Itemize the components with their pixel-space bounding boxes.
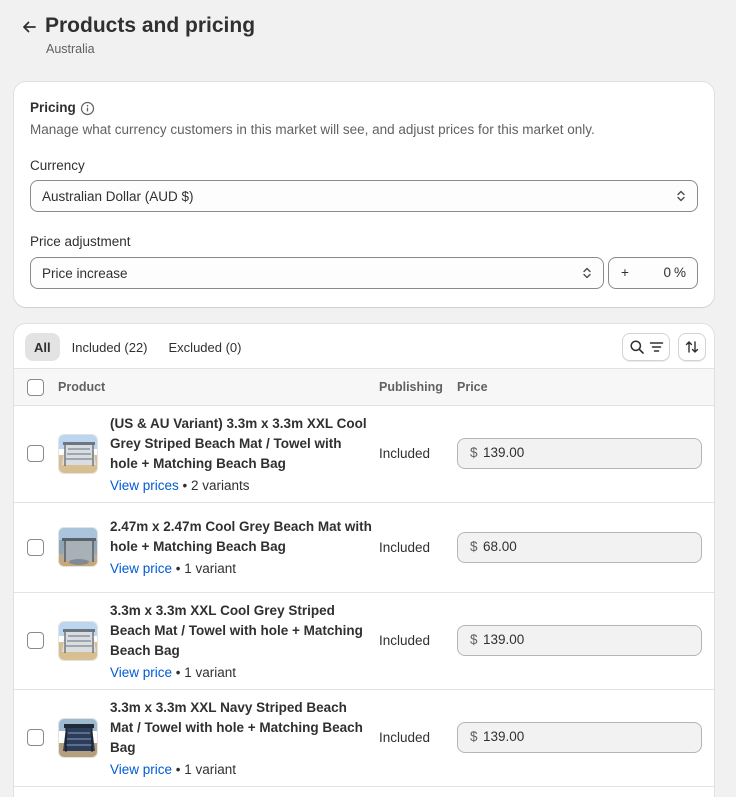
- product-title: 2.47m x 2.47m Cool Grey Beach Mat with h…: [110, 519, 372, 554]
- table-row[interactable]: (US & AU Variant) 3.3m x 3.3m XXL Cool G…: [14, 406, 714, 503]
- pricing-description: Manage what currency customers in this m…: [30, 122, 595, 137]
- column-publishing: Publishing: [379, 380, 443, 394]
- back-button[interactable]: [18, 16, 40, 38]
- currency-symbol: $: [470, 445, 478, 460]
- price-value: 139.00: [483, 632, 525, 647]
- search-icon: [629, 340, 644, 354]
- pricing-card: Pricing Manage what currency customers i…: [14, 82, 714, 307]
- product-title: 3.3m x 3.3m XXL Navy Striped Beach Mat /…: [110, 700, 363, 755]
- filter-icon: [649, 342, 663, 352]
- pricing-heading: Pricing: [30, 100, 76, 115]
- row-checkbox[interactable]: [27, 729, 44, 746]
- row-checkbox[interactable]: [27, 632, 44, 649]
- page-subtitle: Australia: [46, 42, 95, 56]
- page-header: Products and pricing Australia: [18, 12, 718, 62]
- sort-icon: [685, 341, 699, 353]
- view-prices-link[interactable]: View prices: [110, 478, 179, 493]
- currency-symbol: $: [470, 729, 478, 744]
- product-thumbnail: [58, 621, 98, 661]
- view-price-link[interactable]: View price: [110, 762, 172, 777]
- arrow-left-icon: [23, 21, 36, 33]
- product-thumbnail: [58, 434, 98, 474]
- adjustment-percent-value: 0: [663, 265, 671, 280]
- currency-select-value: Australian Dollar (AUD $): [42, 188, 194, 204]
- product-meta: View price • 1 variant: [110, 561, 236, 576]
- currency-symbol: $: [470, 632, 478, 647]
- row-checkbox[interactable]: [27, 445, 44, 462]
- tab-all[interactable]: All: [25, 333, 60, 361]
- product-tabs: All Included (22) Excluded (0): [25, 333, 254, 361]
- product-thumbnail: [58, 718, 98, 758]
- row-checkbox[interactable]: [27, 539, 44, 556]
- currency-select[interactable]: Australian Dollar (AUD $): [30, 180, 698, 212]
- price-adjustment-value: Price increase: [42, 265, 128, 281]
- product-title: (US & AU Variant) 3.3m x 3.3m XXL Cool G…: [110, 416, 367, 471]
- publishing-status: Included: [379, 446, 431, 461]
- variant-count: • 2 variants: [182, 478, 250, 493]
- publishing-status: Included: [379, 730, 431, 745]
- variant-count: • 1 variant: [175, 665, 237, 680]
- search-filter-button[interactable]: [622, 333, 670, 361]
- chevron-up-down-icon: [583, 267, 591, 279]
- product-meta: View prices • 2 variants: [110, 478, 250, 493]
- price-adjustment-label: Price adjustment: [30, 234, 131, 249]
- price-value: 139.00: [483, 445, 525, 460]
- price-value: 139.00: [483, 729, 525, 744]
- price-field[interactable]: $ 139.00: [457, 438, 702, 469]
- table-row[interactable]: 3.3m x 3.3m XXL Navy Striped Beach Mat /…: [14, 690, 714, 787]
- page-title: Products and pricing: [45, 14, 256, 37]
- tab-excluded[interactable]: Excluded (0): [160, 333, 251, 361]
- product-title: 3.3m x 3.3m XXL Cool Grey Striped Beach …: [110, 603, 363, 658]
- product-meta: View price • 1 variant: [110, 762, 236, 777]
- price-field[interactable]: $ 139.00: [457, 722, 702, 753]
- price-adjustment-select[interactable]: Price increase: [30, 257, 604, 289]
- adjustment-percent-input[interactable]: + 0 %: [608, 257, 698, 289]
- adjustment-sign: +: [621, 265, 629, 280]
- price-field[interactable]: $ 68.00: [457, 532, 702, 563]
- column-product: Product: [58, 380, 106, 394]
- variant-count: • 1 variant: [175, 762, 237, 777]
- info-icon[interactable]: [79, 100, 95, 116]
- sort-button[interactable]: [678, 333, 706, 361]
- table-row[interactable]: 3.3m x 3.3m XXL Cool Grey Striped Beach …: [14, 593, 714, 690]
- product-thumbnail: [58, 527, 98, 567]
- column-price: Price: [457, 380, 488, 394]
- chevron-up-down-icon: [677, 190, 685, 202]
- tab-included[interactable]: Included (22): [63, 333, 157, 361]
- table-header: Product Publishing Price: [14, 368, 714, 406]
- publishing-status: Included: [379, 540, 431, 555]
- product-meta: View price • 1 variant: [110, 665, 236, 680]
- currency-symbol: $: [470, 539, 478, 554]
- variant-count: • 1 variant: [175, 561, 237, 576]
- percent-symbol: %: [673, 265, 686, 280]
- select-all-checkbox[interactable]: [27, 379, 44, 396]
- currency-label: Currency: [30, 158, 85, 173]
- view-price-link[interactable]: View price: [110, 561, 172, 576]
- view-price-link[interactable]: View price: [110, 665, 172, 680]
- price-field[interactable]: $ 139.00: [457, 625, 702, 656]
- publishing-status: Included: [379, 633, 431, 648]
- price-value: 68.00: [483, 539, 517, 554]
- table-row[interactable]: 2.47m x 2.47m Cool Grey Beach Mat with h…: [14, 503, 714, 593]
- products-card: All Included (22) Excluded (0) Product P…: [14, 324, 714, 797]
